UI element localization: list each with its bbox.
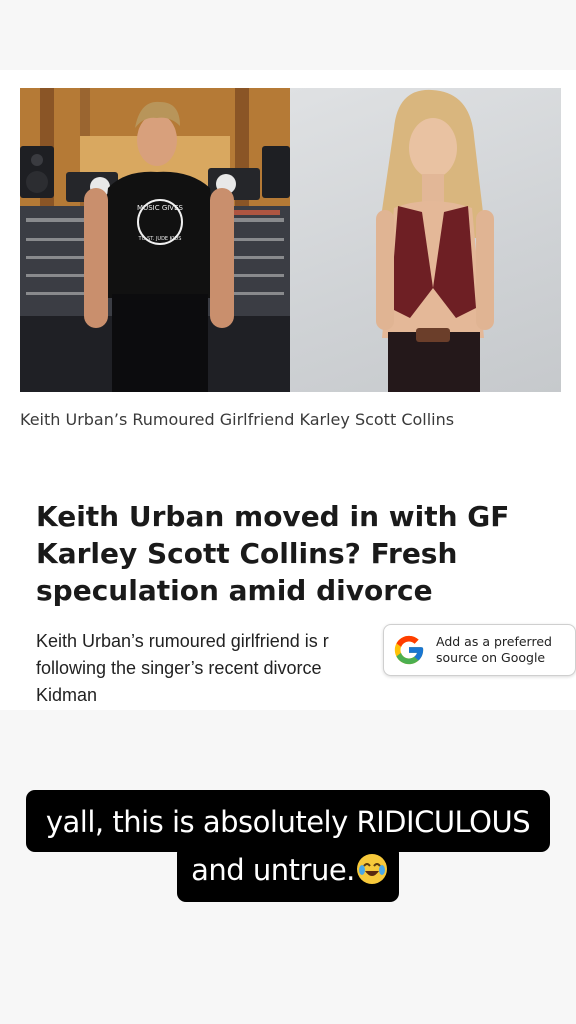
studio-scene: MUSIC GIVES TO ST. JUDE KIDS	[20, 88, 290, 392]
overlay-line-2-text: and untrue.	[191, 853, 355, 887]
photo-karley-scott-collins	[290, 88, 561, 392]
story-text-overlay: yall, this is absolutely RIDICULOUS and …	[0, 790, 576, 902]
overlay-line-2: and untrue.	[177, 844, 399, 902]
google-g-icon	[394, 635, 424, 665]
shirt-text-top: MUSIC GIVES	[137, 204, 183, 212]
overlay-line-1: yall, this is absolutely RIDICULOUS	[25, 790, 551, 852]
article-summary: Keith Urban’s rumoured girlfriend is r f…	[36, 631, 329, 705]
article-photo: MUSIC GIVES TO ST. JUDE KIDS	[20, 88, 561, 392]
photo-keith-urban: MUSIC GIVES TO ST. JUDE KIDS	[20, 88, 290, 392]
photo-caption: Keith Urban’s Rumoured Girlfriend Karley…	[20, 410, 455, 429]
portrait-scene	[376, 89, 494, 392]
article-headline[interactable]: Keith Urban moved in with GF Karley Scot…	[36, 498, 546, 609]
google-preferred-source-button[interactable]: Add as a preferred source on Google	[383, 624, 576, 676]
google-badge-line2: source on Google	[436, 650, 546, 665]
face-with-tears-of-joy-icon	[356, 854, 387, 884]
google-badge-line1: Add as a preferred	[436, 634, 552, 649]
shirt-text-bottom: TO ST. JUDE KIDS	[138, 236, 182, 242]
google-badge-text: Add as a preferred source on Google	[436, 634, 552, 666]
